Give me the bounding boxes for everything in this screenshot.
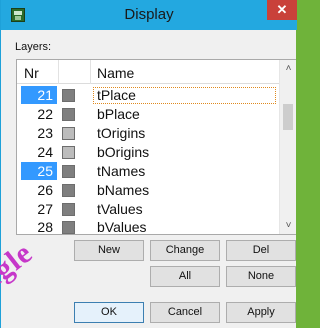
list-header: Nr Name xyxy=(17,60,279,84)
apply-button[interactable]: Apply xyxy=(226,302,296,323)
new-button[interactable]: New xyxy=(74,240,144,261)
ok-button[interactable]: OK xyxy=(74,302,144,323)
all-button[interactable]: All xyxy=(150,266,220,287)
layer-name: bOrigins xyxy=(97,144,150,160)
del-button[interactable]: Del xyxy=(226,240,296,261)
column-divider[interactable] xyxy=(90,60,91,84)
layers-list[interactable]: Nr Name 21 tPlace 22 bPlace 23 tOrigins … xyxy=(16,59,296,235)
layer-name: tValues xyxy=(97,201,143,217)
layer-number: 27 xyxy=(37,201,53,217)
title-bar[interactable]: Display ✕ xyxy=(1,0,297,30)
none-button[interactable]: None xyxy=(226,266,296,287)
window-title: Display xyxy=(124,6,174,23)
list-item[interactable]: 28 bValues xyxy=(17,218,279,237)
layer-name: bNames xyxy=(97,182,150,198)
column-header-name[interactable]: Name xyxy=(97,65,134,81)
list-item[interactable]: 21 tPlace xyxy=(17,86,279,105)
layer-color-swatch[interactable] xyxy=(62,203,75,216)
list-item[interactable]: 26 bNames xyxy=(17,181,279,200)
scroll-down-arrow-icon[interactable]: ˅ xyxy=(280,217,297,234)
scroll-up-arrow-icon[interactable]: ˄ xyxy=(280,60,297,77)
vertical-scrollbar[interactable]: ˄ ˅ xyxy=(279,60,296,234)
column-header-nr[interactable]: Nr xyxy=(24,65,39,81)
layer-color-swatch[interactable] xyxy=(62,108,75,121)
column-divider[interactable] xyxy=(58,60,59,84)
layer-color-swatch[interactable] xyxy=(62,146,75,159)
layer-name: tPlace xyxy=(97,87,136,103)
display-dialog: Display ✕ Layers: Nr Name 21 tPlace 22 b… xyxy=(0,0,297,328)
cancel-button[interactable]: Cancel xyxy=(150,302,220,323)
change-button[interactable]: Change xyxy=(150,240,220,261)
layer-number: 22 xyxy=(37,106,53,122)
layer-color-swatch[interactable] xyxy=(62,127,75,140)
list-item[interactable]: 23 tOrigins xyxy=(17,124,279,143)
scroll-thumb[interactable] xyxy=(283,104,293,130)
layer-color-swatch[interactable] xyxy=(62,89,75,102)
layer-name: tOrigins xyxy=(97,125,146,141)
close-button[interactable]: ✕ xyxy=(267,0,297,20)
layers-label: Layers: xyxy=(15,41,52,53)
layer-name: bValues xyxy=(97,219,147,235)
list-item[interactable]: 24 bOrigins xyxy=(17,143,279,162)
layer-color-swatch[interactable] xyxy=(62,184,75,197)
layer-number: 24 xyxy=(37,144,53,160)
layer-number: 23 xyxy=(37,125,53,141)
layer-color-swatch[interactable] xyxy=(62,165,75,178)
layer-name: tNames xyxy=(97,163,146,179)
layer-number: 26 xyxy=(37,182,53,198)
layer-name: bPlace xyxy=(97,106,140,122)
layer-number: 28 xyxy=(37,219,53,235)
list-item[interactable]: 25 tNames xyxy=(17,162,279,181)
list-item[interactable]: 27 tValues xyxy=(17,200,279,219)
layer-color-swatch[interactable] xyxy=(62,221,75,234)
layer-number: 21 xyxy=(21,86,57,104)
list-item[interactable]: 22 bPlace xyxy=(17,105,279,124)
layer-number: 25 xyxy=(21,162,57,180)
